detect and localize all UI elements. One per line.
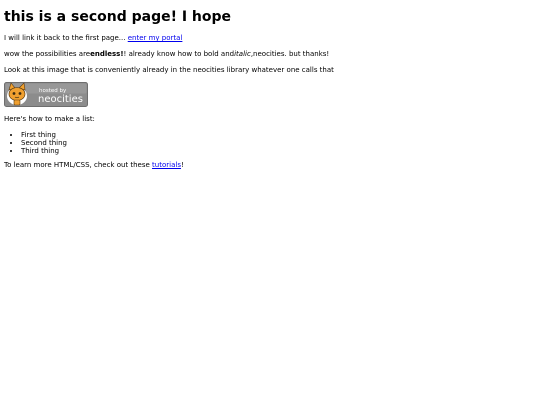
italic-text: italic: [234, 50, 251, 58]
neocities-hosted-badge[interactable]: hosted by neocities: [4, 82, 88, 107]
tutorials-paragraph: To learn more HTML/CSS, check out these …: [4, 161, 536, 170]
possibilities-text-middle: ! already know how to bold and: [123, 50, 235, 58]
portal-link[interactable]: enter my portal: [128, 34, 183, 42]
page-content: this is a second page! I hope I will lin…: [0, 0, 540, 182]
possibilities-text-before: wow the possibilities are: [4, 50, 91, 58]
page-title: this is a second page! I hope: [4, 9, 232, 25]
list-item: Third thing: [21, 147, 536, 155]
list-item: Second thing: [21, 139, 536, 147]
intro-paragraph: I will link it back to the first page...…: [4, 34, 536, 43]
list-item: First thing: [21, 131, 536, 139]
intro-text: I will link it back to the first page...: [4, 34, 128, 42]
badge-big-text: neocities: [38, 94, 83, 105]
tutorials-text-after: !: [180, 161, 184, 169]
list-intro: Here's how to make a list:: [4, 115, 95, 123]
possibilities-text-after: ,neocities. but thanks!: [250, 50, 330, 58]
example-list: First thing Second thing Third thing: [4, 131, 536, 155]
tutorials-link[interactable]: tutorials: [152, 161, 181, 169]
image-description: Look at this image that is conveniently …: [4, 66, 334, 74]
tutorials-text-before: To learn more HTML/CSS, check out these: [4, 161, 153, 169]
bold-text: endless!: [90, 50, 124, 58]
possibilities-paragraph: wow the possibilities areendless!! alrea…: [4, 50, 536, 59]
